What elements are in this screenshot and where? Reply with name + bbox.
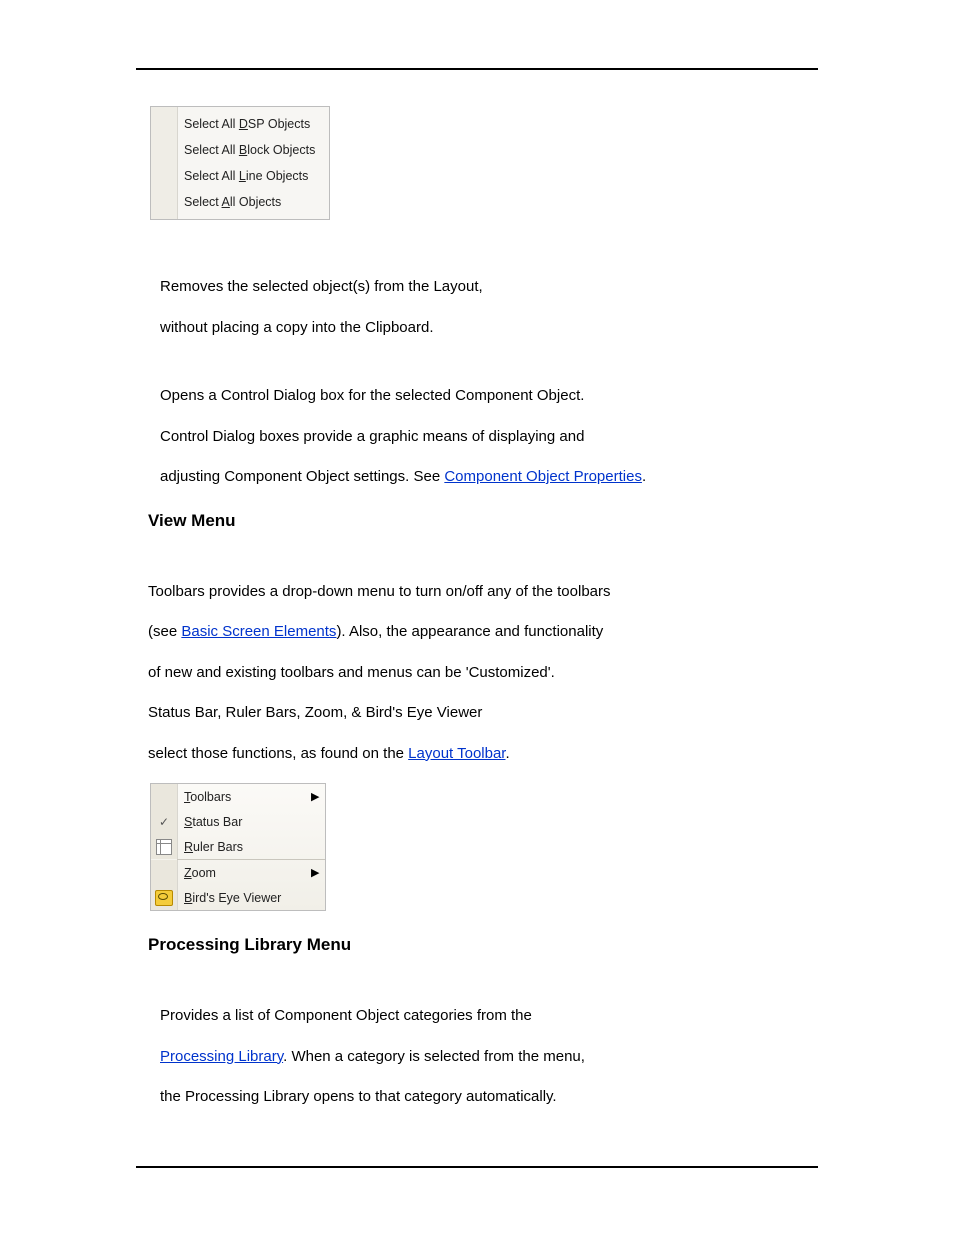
text-span: . When a category is selected from the m…	[283, 1048, 585, 1065]
menu-gutter	[151, 107, 178, 219]
menu-label: Status Bar	[178, 815, 311, 829]
label-prefix: Select	[184, 195, 222, 209]
label-suffix: ll Objects	[230, 195, 281, 209]
text-line: the Processing Library opens to that cat…	[160, 1086, 818, 1109]
text-line: Removes the selected object(s) from the …	[160, 276, 818, 299]
label-prefix: Select All	[184, 169, 239, 183]
text-span: ). Also, the appearance and functionalit…	[336, 623, 603, 640]
view-menu-screenshot: Toolbars ▶ ✓ Status Bar Ruler Bars Zoom …	[150, 783, 326, 911]
text-line: Provides a list of Component Object cate…	[160, 1005, 818, 1028]
link-layout-toolbar[interactable]: Layout Toolbar	[408, 745, 505, 762]
link-basic-screen-elements[interactable]: Basic Screen Elements	[181, 623, 336, 640]
menu-item-select-line[interactable]: Select All Line Objects	[184, 163, 323, 189]
text-line: Control Dialog boxes provide a graphic m…	[160, 426, 818, 449]
menu-label: Bird's Eye Viewer	[178, 891, 311, 905]
text-line: Processing Library. When a category is s…	[160, 1046, 818, 1069]
menu-item-select-dsp[interactable]: Select All DSP Objects	[184, 111, 323, 137]
menu-item-toolbars[interactable]: Toolbars ▶	[151, 784, 325, 809]
submenu-arrow-icon: ▶	[311, 866, 325, 879]
paragraph-view-menu: Toolbars provides a drop-down menu to tu…	[148, 581, 818, 766]
submenu-arrow-icon: ▶	[311, 790, 325, 803]
mnemonic: L	[239, 169, 246, 183]
menu-items: Select All DSP Objects Select All Block …	[178, 107, 329, 219]
link-processing-library[interactable]: Processing Library	[160, 1048, 283, 1065]
heading-processing-library-menu: Processing Library Menu	[148, 935, 818, 955]
menu-label: Ruler Bars	[178, 840, 311, 854]
menu-icon-blank	[151, 860, 178, 885]
text-line: of new and existing toolbars and menus c…	[148, 662, 818, 685]
menu-item-zoom[interactable]: Zoom ▶	[151, 860, 325, 885]
label-suffix: ine Objects	[246, 169, 309, 183]
paragraph-delete: Removes the selected object(s) from the …	[160, 276, 818, 339]
menu-item-ruler-bars[interactable]: Ruler Bars	[151, 834, 325, 859]
label-prefix: Select All	[184, 143, 239, 157]
mnemonic: A	[222, 195, 230, 209]
ruler-icon	[151, 834, 178, 859]
menu-label: Toolbars	[178, 790, 311, 804]
menu-item-select-all[interactable]: Select All Objects	[184, 189, 323, 215]
footer-rule	[136, 1166, 818, 1168]
menu-icon-blank	[151, 784, 178, 809]
text-span: select those functions, as found on the	[148, 745, 408, 762]
menu-item-birds-eye[interactable]: Bird's Eye Viewer	[151, 885, 325, 910]
page-content: Select All DSP Objects Select All Block …	[136, 106, 818, 1109]
label-prefix: Select All	[184, 117, 239, 131]
paragraph-control-dialog: Opens a Control Dialog box for the selec…	[160, 385, 818, 489]
document-page: Select All DSP Objects Select All Block …	[0, 0, 954, 1235]
text-span: .	[505, 745, 509, 762]
menu-item-select-block[interactable]: Select All Block Objects	[184, 137, 323, 163]
text-span: (see	[148, 623, 181, 640]
paragraph-processing-library: Provides a list of Component Object cate…	[160, 1005, 818, 1109]
header-rule	[136, 68, 818, 70]
label-suffix: SP Objects	[248, 117, 310, 131]
select-menu-screenshot: Select All DSP Objects Select All Block …	[150, 106, 330, 220]
check-icon: ✓	[151, 809, 178, 834]
text-line: Status Bar, Ruler Bars, Zoom, & Bird's E…	[148, 702, 818, 725]
text-span: adjusting Component Object settings. See	[160, 468, 444, 485]
text-line: Opens a Control Dialog box for the selec…	[160, 385, 818, 408]
menu-label: Zoom	[178, 866, 311, 880]
text-line: without placing a copy into the Clipboar…	[160, 317, 818, 340]
label-suffix: lock Objects	[247, 143, 315, 157]
link-component-object-properties[interactable]: Component Object Properties	[444, 468, 642, 485]
heading-view-menu: View Menu	[148, 511, 818, 531]
mnemonic: D	[239, 117, 248, 131]
mnemonic: B	[239, 143, 247, 157]
text-line: (see Basic Screen Elements). Also, the a…	[148, 621, 818, 644]
text-line: adjusting Component Object settings. See…	[160, 466, 818, 489]
text-span: .	[642, 468, 646, 485]
text-line: Toolbars provides a drop-down menu to tu…	[148, 581, 818, 604]
birds-eye-icon	[151, 885, 178, 910]
text-line: select those functions, as found on the …	[148, 743, 818, 766]
menu-item-status-bar[interactable]: ✓ Status Bar	[151, 809, 325, 834]
